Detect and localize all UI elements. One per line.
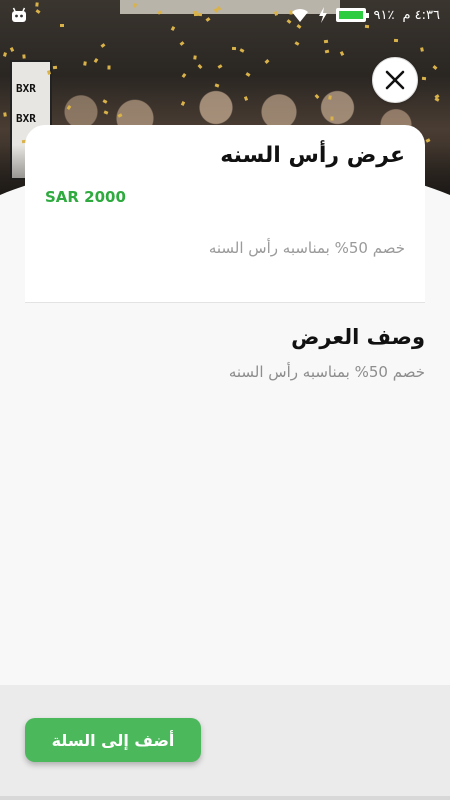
confetti-piece xyxy=(83,61,87,66)
confetti-piece xyxy=(243,96,249,101)
offer-card: عرض رأس السنه SAR 2000 خصم 50% بمناسبه ر… xyxy=(25,125,425,303)
close-button[interactable] xyxy=(372,57,418,103)
confetti-piece xyxy=(102,99,108,104)
offer-subtitle: خصم 50% بمناسبه رأس السنه xyxy=(208,239,405,257)
confetti-piece xyxy=(3,112,7,117)
confetti-piece xyxy=(107,65,111,70)
confetti-piece xyxy=(103,110,109,115)
confetti-piece xyxy=(93,58,99,63)
confetti-piece xyxy=(52,65,58,70)
confetti-piece xyxy=(179,41,185,46)
confetti-piece xyxy=(323,39,329,44)
confetti-piece xyxy=(393,38,399,43)
confetti-piece xyxy=(217,64,223,69)
confetti-piece xyxy=(181,73,187,78)
status-time: ٤:٣٦ م xyxy=(402,7,440,23)
wifi-icon xyxy=(291,8,308,22)
close-icon xyxy=(385,70,405,90)
confetti-piece xyxy=(330,116,334,121)
confetti-piece xyxy=(117,113,123,118)
confetti-piece xyxy=(3,52,7,57)
confetti-piece xyxy=(324,49,330,54)
confetti-piece xyxy=(421,76,427,81)
description-heading: وصف العرض xyxy=(291,325,425,349)
add-to-cart-button[interactable]: أضف إلى السلة xyxy=(25,718,201,762)
confetti-piece xyxy=(193,55,197,60)
offer-title: عرض رأس السنه xyxy=(220,143,405,168)
confetti-piece xyxy=(294,41,300,46)
confetti-piece xyxy=(432,65,438,70)
status-bar: ٩١٪ ٤:٣٦ م xyxy=(0,0,450,30)
confetti-piece xyxy=(264,59,270,64)
offer-description-section: وصف العرض خصم 50% بمناسبه رأس السنه xyxy=(25,325,425,381)
confetti-piece xyxy=(314,94,320,99)
confetti-piece xyxy=(434,97,440,102)
confetti-piece xyxy=(214,83,220,88)
battery-level xyxy=(338,11,363,19)
confetti-piece xyxy=(339,51,345,56)
bottom-nav-line xyxy=(0,796,450,800)
battery-icon xyxy=(335,8,369,22)
confetti-piece xyxy=(197,64,203,69)
confetti-piece xyxy=(245,72,251,77)
confetti-piece xyxy=(9,47,15,52)
confetti-piece xyxy=(420,47,424,52)
confetti-piece xyxy=(328,95,332,100)
confetti-piece xyxy=(239,48,245,53)
charging-icon xyxy=(318,7,327,23)
description-text: خصم 50% بمناسبه رأس السنه xyxy=(228,363,425,381)
android-notification-icon xyxy=(12,7,26,22)
battery-percent: ٩١٪ xyxy=(373,7,395,23)
confetti-piece xyxy=(180,101,186,106)
confetti-piece xyxy=(425,138,431,143)
offer-price: SAR 2000 xyxy=(45,188,126,206)
confetti-piece xyxy=(22,54,26,59)
confetti-piece xyxy=(100,43,106,48)
confetti-piece xyxy=(66,105,72,110)
confetti-piece xyxy=(231,46,237,51)
